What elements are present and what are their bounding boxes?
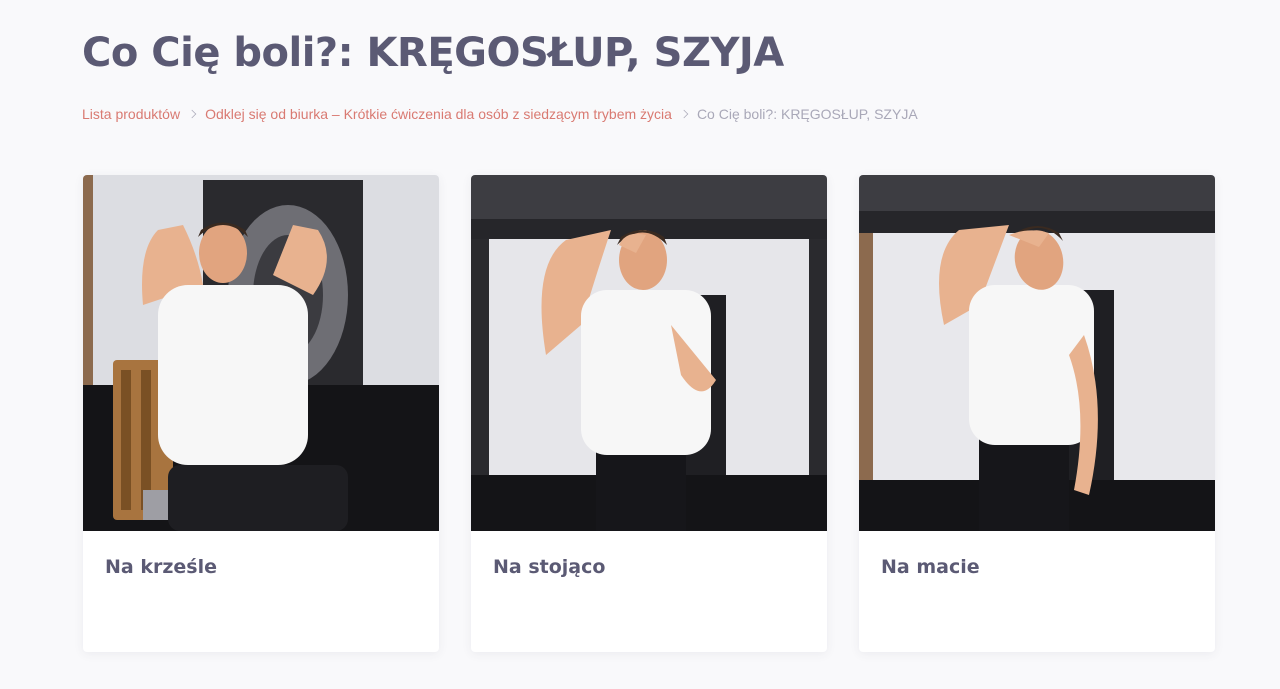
chevron-right-icon <box>187 109 197 119</box>
man-seated-on-chair-stretching-photo[interactable] <box>83 175 439 531</box>
man-side-bend-neck-stretch-photo[interactable] <box>859 175 1215 531</box>
lesson-card-title[interactable]: Na macie <box>859 531 1215 578</box>
lesson-card-standing[interactable]: Na stojąco <box>471 175 827 652</box>
lesson-card-mat[interactable]: Na macie <box>859 175 1215 652</box>
breadcrumb-link-product-list[interactable]: Lista produktów <box>82 106 180 122</box>
lesson-grid: Na krześle Na stojąco Na macie <box>83 175 1215 652</box>
man-standing-neck-stretch-photo[interactable] <box>471 175 827 531</box>
page-title: Co Cię boli?: KRĘGOSŁUP, SZYJA <box>82 30 784 76</box>
breadcrumb: Lista produktów Odklej się od biurka – K… <box>82 106 918 122</box>
lesson-card-title[interactable]: Na stojąco <box>471 531 827 578</box>
chevron-right-icon <box>679 109 689 119</box>
page: Co Cię boli?: KRĘGOSŁUP, SZYJA Lista pro… <box>0 0 1280 689</box>
lesson-card-title[interactable]: Na krześle <box>83 531 439 578</box>
breadcrumb-current: Co Cię boli?: KRĘGOSŁUP, SZYJA <box>696 106 918 122</box>
lesson-card-chair[interactable]: Na krześle <box>83 175 439 652</box>
breadcrumb-link-course[interactable]: Odklej się od biurka – Krótkie ćwiczenia… <box>205 106 672 122</box>
